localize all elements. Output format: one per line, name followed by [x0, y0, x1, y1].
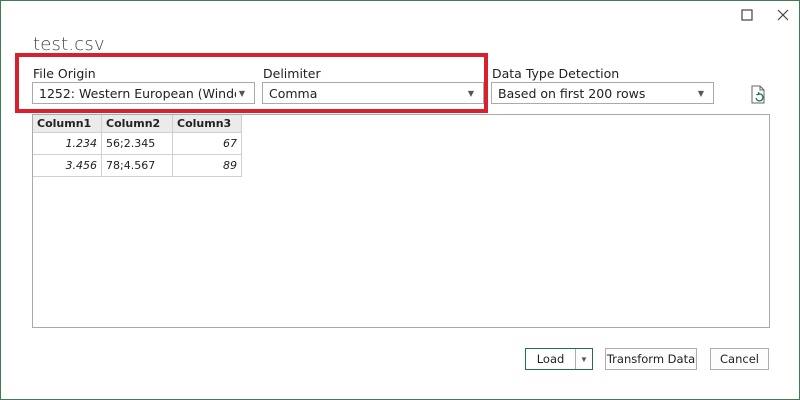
preview-table: Column1 Column2 Column3 1.234 56;2.345 6…: [33, 115, 242, 177]
close-icon[interactable]: [775, 7, 791, 23]
table-cell: 3.456: [33, 154, 102, 177]
maximize-icon-glyph: [741, 9, 753, 21]
column-header: Column2: [101, 115, 173, 133]
delimiter-dropdown[interactable]: Comma ▼: [262, 82, 484, 104]
delimiter-label: Delimiter: [263, 66, 321, 81]
table-cell: 56;2.345: [101, 132, 173, 155]
dialog-window: test.csv File Origin 1252: Western Europ…: [0, 0, 800, 400]
chevron-down-icon: ▼: [238, 88, 246, 98]
window-controls: [739, 7, 791, 23]
load-options-dropdown[interactable]: ▼: [576, 349, 592, 369]
maximize-icon[interactable]: [739, 7, 755, 23]
file-origin-label: File Origin: [33, 66, 96, 81]
data-type-detection-value: Based on first 200 rows: [498, 85, 646, 101]
table-cell: 67: [172, 132, 242, 155]
data-type-detection-dropdown[interactable]: Based on first 200 rows ▼: [491, 82, 714, 104]
column-header: Column1: [33, 115, 102, 133]
data-preview-panel: Column1 Column2 Column3 1.234 56;2.345 6…: [32, 114, 770, 328]
close-icon-glyph: [777, 9, 789, 21]
chevron-down-icon: ▼: [467, 88, 475, 98]
column-header: Column3: [172, 115, 242, 133]
file-origin-dropdown[interactable]: 1252: Western European (Windows) ▼: [32, 82, 255, 104]
delimiter-value: Comma: [269, 85, 318, 101]
table-row: 3.456 78;4.567 89: [33, 154, 242, 177]
cancel-button[interactable]: Cancel: [710, 348, 769, 370]
table-header-row: Column1 Column2 Column3: [33, 115, 242, 133]
refresh-preview-icon[interactable]: [750, 85, 768, 105]
file-origin-value: 1252: Western European (Windows): [39, 85, 236, 101]
chevron-down-icon: ▼: [580, 354, 588, 364]
load-button[interactable]: Load: [526, 349, 576, 369]
chevron-down-icon: ▼: [697, 88, 705, 98]
table-cell: 1.234: [33, 132, 102, 155]
refresh-preview-icon-glyph: [751, 85, 765, 104]
table-cell: 89: [172, 154, 242, 177]
data-type-detection-label: Data Type Detection: [492, 66, 620, 81]
table-cell: 78;4.567: [101, 154, 173, 177]
dialog-title: test.csv: [33, 34, 105, 55]
table-row: 1.234 56;2.345 67: [33, 132, 242, 155]
transform-data-button[interactable]: Transform Data: [605, 348, 697, 370]
load-split-button: Load ▼: [525, 348, 593, 370]
